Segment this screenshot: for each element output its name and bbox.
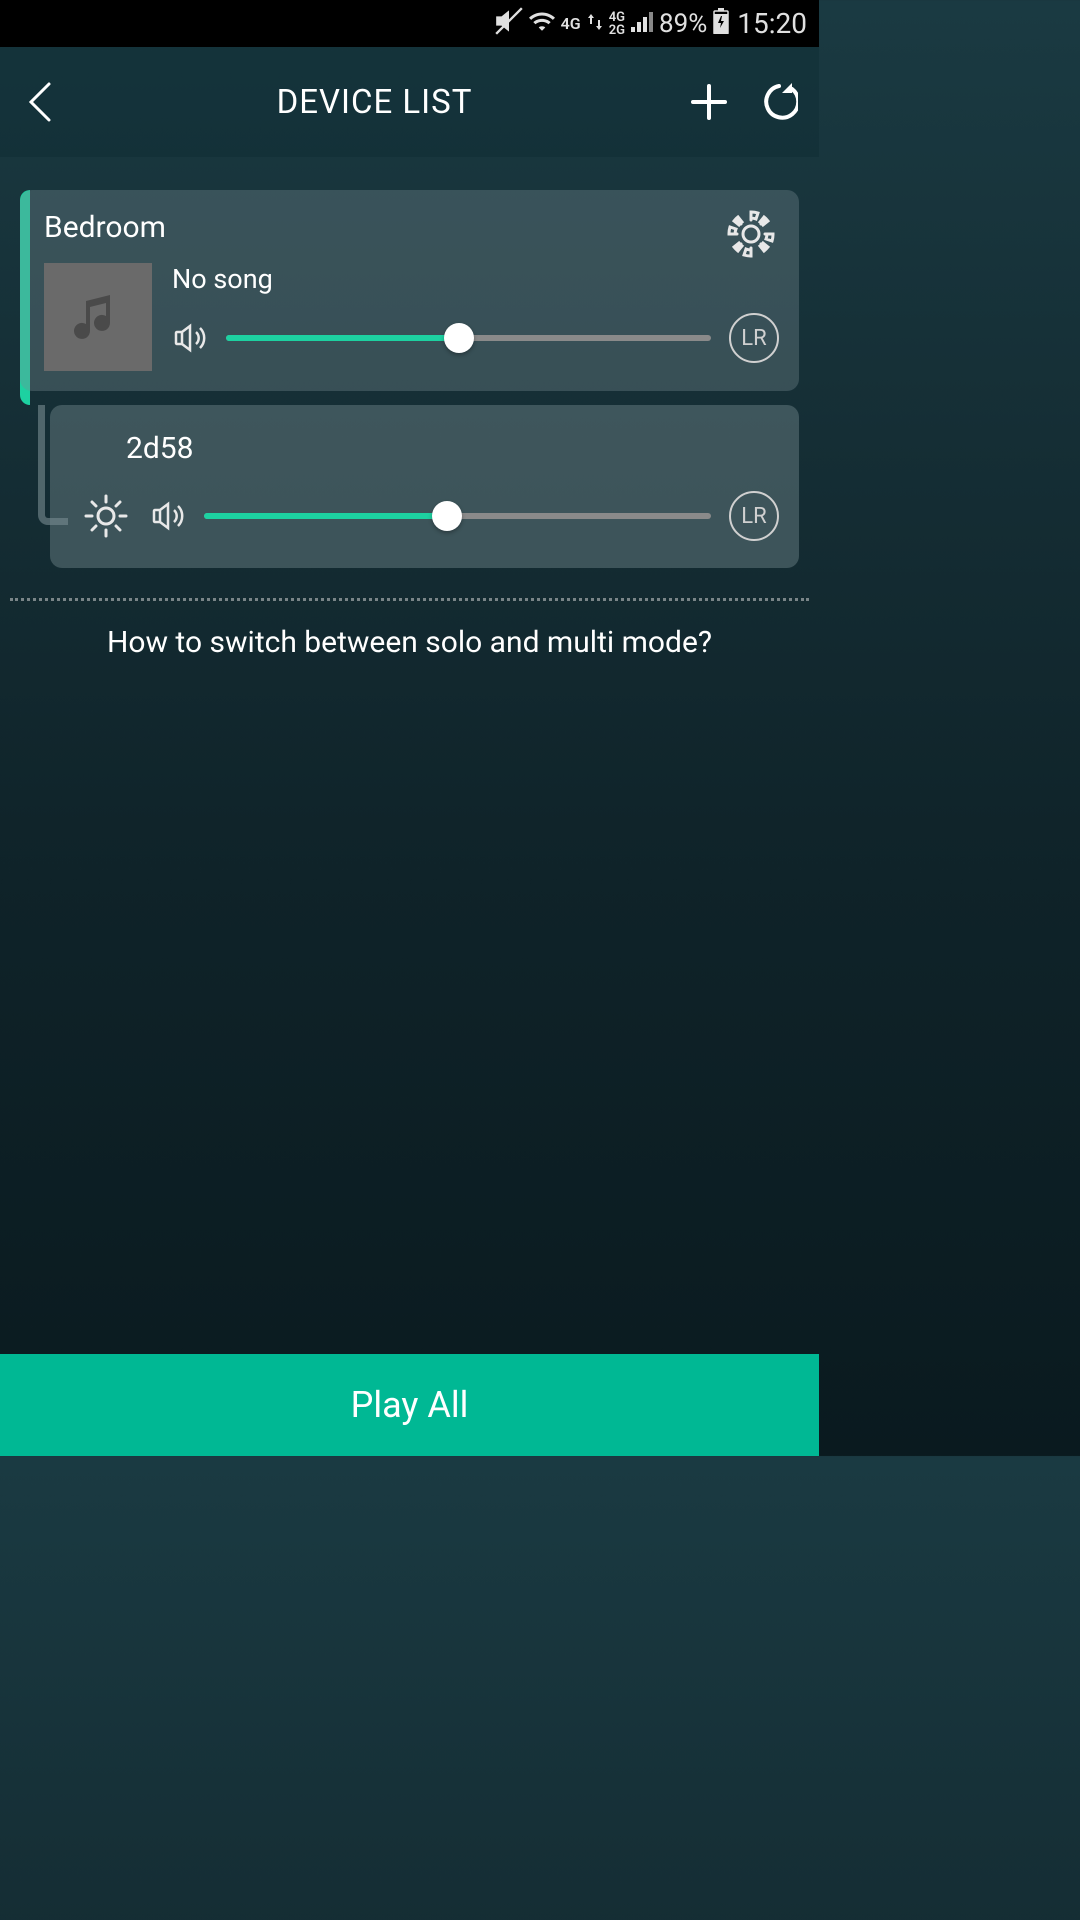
device-connector [38, 405, 68, 525]
volume-row: LR [172, 313, 779, 363]
signal-icon [631, 10, 653, 38]
wifi-icon [529, 8, 555, 40]
battery-icon [713, 8, 729, 40]
sub-volume-icon[interactable] [150, 498, 186, 534]
device-name-label: Bedroom [44, 210, 779, 245]
page-title: DEVICE LIST [277, 83, 473, 122]
network-4g-label: 4G [561, 14, 581, 33]
slider-track [226, 335, 711, 341]
sub-slider-thumb[interactable] [432, 501, 462, 531]
sub-channel-badge[interactable]: LR [729, 491, 779, 541]
network-2g-group: 4G 2G [609, 11, 625, 37]
status-time: 15:20 [737, 7, 807, 40]
sub-device-settings-button[interactable] [80, 490, 132, 542]
device-content: No song [44, 263, 779, 371]
data-arrows-icon [587, 10, 603, 38]
help-link[interactable]: How to switch between solo and multi mod… [0, 601, 819, 684]
channel-badge[interactable]: LR [729, 313, 779, 363]
refresh-button[interactable] [759, 82, 799, 122]
mute-icon [495, 7, 523, 41]
device-card-bedroom[interactable]: Bedroom No song [20, 190, 799, 391]
sub-volume-row: LR [80, 490, 779, 542]
device-settings-button[interactable] [725, 208, 777, 264]
status-bar: 4G 4G 2G 89% 15:2 [0, 0, 819, 47]
header-actions [689, 82, 799, 122]
sub-volume-slider[interactable] [204, 501, 711, 531]
back-button[interactable] [20, 82, 60, 122]
app-header: DEVICE LIST [0, 47, 819, 157]
slider-fill [226, 335, 459, 341]
battery-text: 89% [659, 9, 707, 39]
slider-thumb[interactable] [444, 323, 474, 353]
volume-slider[interactable] [226, 323, 711, 353]
song-title-label: No song [172, 263, 779, 295]
device-card-2d58[interactable]: 2d58 [50, 405, 799, 568]
volume-icon[interactable] [172, 320, 208, 356]
device-right-panel: No song [172, 263, 779, 363]
album-art[interactable] [44, 263, 152, 371]
device-group: Bedroom No song [20, 190, 799, 568]
sub-device-name-label: 2d58 [126, 431, 779, 466]
sub-slider-fill [204, 513, 447, 519]
add-button[interactable] [689, 82, 729, 122]
network-top-label: 4G [609, 11, 625, 24]
network-bottom-label: 2G [609, 24, 625, 37]
status-icons-group: 4G 4G 2G 89% 15:2 [495, 7, 807, 41]
play-all-button[interactable]: Play All [0, 1354, 819, 1456]
sub-slider-track [204, 513, 711, 519]
